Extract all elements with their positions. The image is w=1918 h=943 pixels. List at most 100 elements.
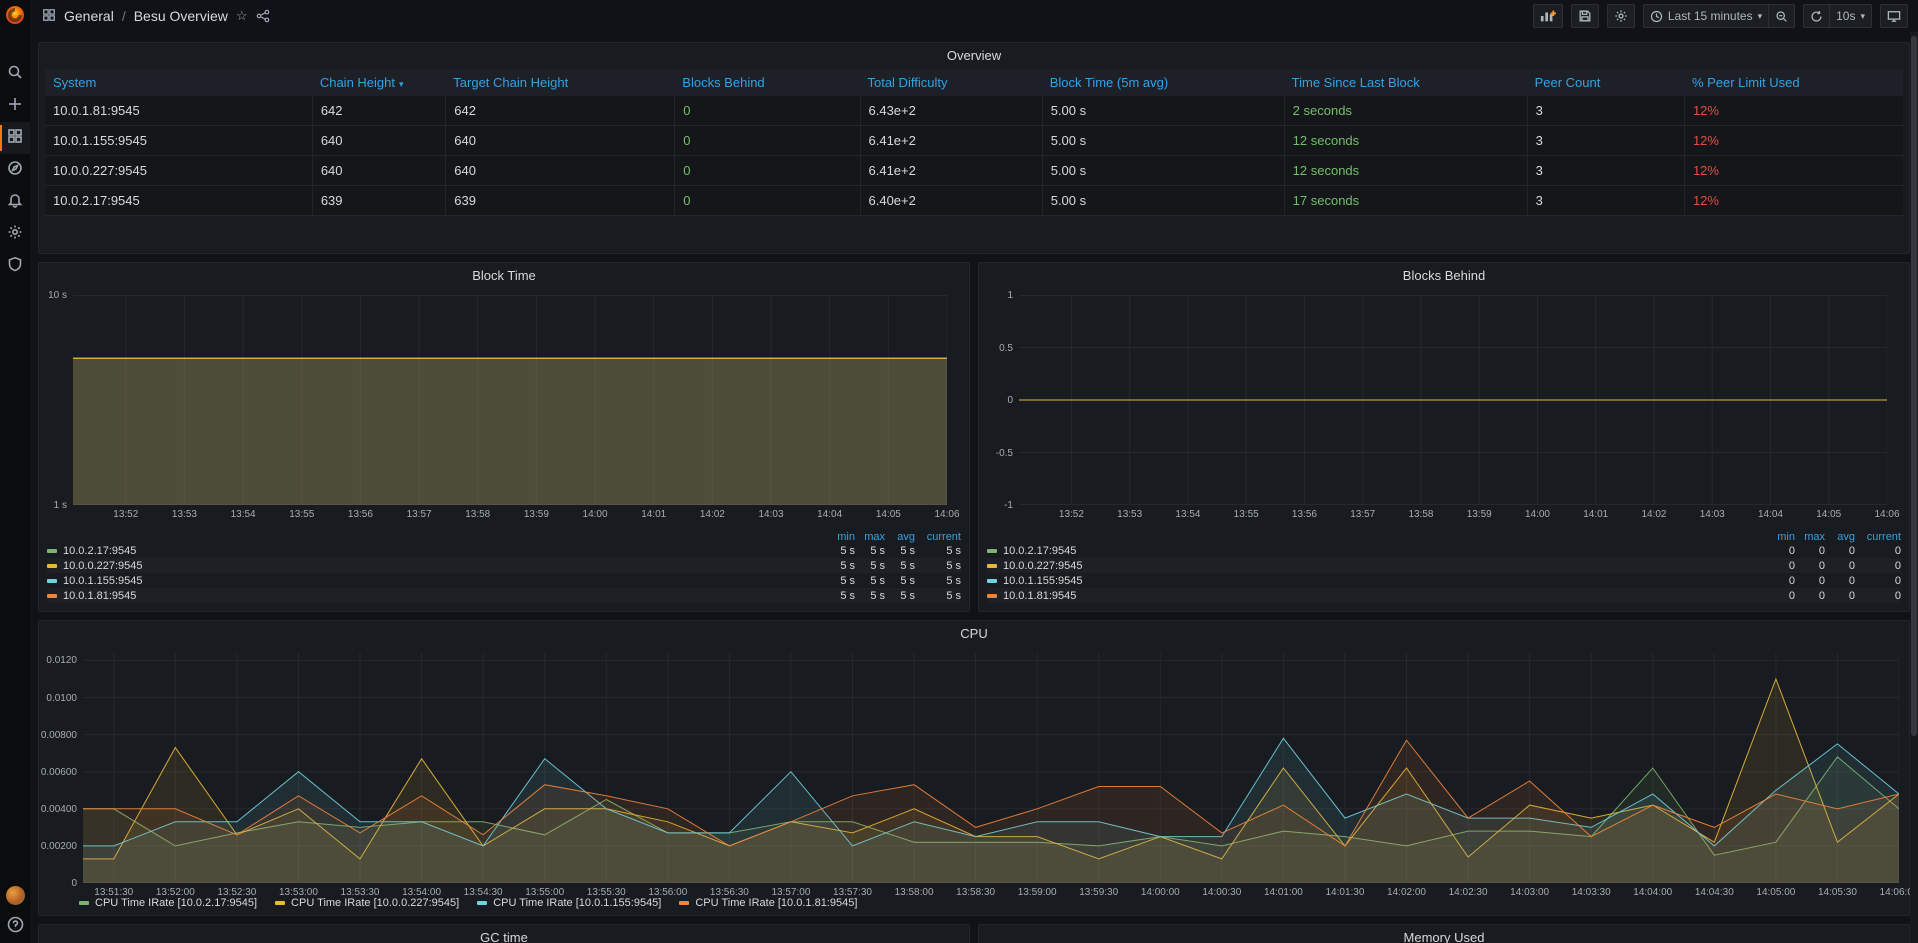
time-range-picker[interactable]: Last 15 minutes ▾ xyxy=(1643,4,1769,28)
block-time-chart[interactable]: 10 s1 s13:5213:5313:5413:5513:5613:5713:… xyxy=(39,289,969,525)
series-name[interactable]: 10.0.1.155:9545 xyxy=(63,575,143,587)
breadcrumb-folder[interactable]: General xyxy=(64,8,114,24)
series-name[interactable]: CPU Time IRate [10.0.0.227:9545] xyxy=(291,897,459,909)
legend-stat-header-current[interactable]: current xyxy=(1855,531,1901,543)
cpu-chart[interactable]: 0.01200.01000.008000.006000.004000.00200… xyxy=(39,647,1909,895)
refresh-icon xyxy=(1810,10,1823,23)
sidebar-item-dashboards[interactable] xyxy=(0,122,30,154)
legend-stat-header-max[interactable]: max xyxy=(1795,531,1825,543)
x-axis-tick-label: 14:01 xyxy=(622,509,686,520)
dashboard-settings-button[interactable] xyxy=(1607,4,1635,28)
sidebar-item-server-admin[interactable] xyxy=(0,250,30,282)
series-name[interactable]: 10.0.1.81:9545 xyxy=(63,590,136,602)
refresh-button[interactable] xyxy=(1803,4,1830,28)
save-dashboard-button[interactable] xyxy=(1571,4,1599,28)
y-axis-tick-label: 0 xyxy=(979,395,1013,406)
legend-row[interactable]: 10.0.2.17:95455 s5 s5 s5 s xyxy=(47,543,961,558)
legend-row[interactable]: 10.0.0.227:95455 s5 s5 s5 s xyxy=(47,558,961,573)
sidebar-item-explore[interactable] xyxy=(0,154,30,186)
column-header-block-time-5m-avg-[interactable]: Block Time (5m avg) xyxy=(1042,69,1284,96)
series-name[interactable]: CPU Time IRate [10.0.2.17:9545] xyxy=(95,897,257,909)
sidebar-item-configuration[interactable] xyxy=(0,218,30,250)
panel-title-gc-time[interactable]: GC time xyxy=(39,925,969,943)
block-time-plot-area[interactable] xyxy=(73,295,947,505)
column-header-time-since-last-block[interactable]: Time Since Last Block xyxy=(1284,69,1527,96)
column-header-target-chain-height[interactable]: Target Chain Height xyxy=(445,69,674,96)
scrollbar-track[interactable] xyxy=(1910,32,1918,943)
column-header--peer-limit-used[interactable]: % Peer Limit Used xyxy=(1684,69,1903,96)
x-axis-tick-label: 14:02:00 xyxy=(1375,887,1439,898)
cycle-view-mode-button[interactable] xyxy=(1880,4,1908,28)
series-name[interactable]: 10.0.1.155:9545 xyxy=(1003,575,1083,587)
legend-stat-value: 0 xyxy=(1855,590,1901,602)
series-name[interactable]: 10.0.2.17:9545 xyxy=(1003,545,1076,557)
column-header-chain-height[interactable]: Chain Height▾ xyxy=(312,69,445,96)
blocks-behind-chart[interactable]: 10.50-0.5-113:5213:5313:5413:5513:5613:5… xyxy=(979,289,1909,525)
share-icon[interactable] xyxy=(256,9,270,23)
refresh-interval-picker[interactable]: 10s ▾ xyxy=(1830,4,1872,28)
legend-stat-header-current[interactable]: current xyxy=(915,531,961,543)
legend-item[interactable]: CPU Time IRate [10.0.2.17:9545] xyxy=(79,897,257,909)
x-axis-tick-label: 14:02:30 xyxy=(1436,887,1500,898)
legend-item[interactable]: CPU Time IRate [10.0.1.155:9545] xyxy=(477,897,661,909)
x-axis-tick-label: 13:58 xyxy=(446,509,510,520)
series-name[interactable]: 10.0.0.227:9545 xyxy=(63,560,143,572)
grafana-logo-icon xyxy=(4,4,26,26)
panel-title-cpu[interactable]: CPU xyxy=(39,621,1909,645)
sidebar-item-search[interactable] xyxy=(0,58,30,90)
legend-stat-value: 0 xyxy=(1855,560,1901,572)
legend-stat-value: 0 xyxy=(1825,590,1855,602)
panel-title-memory-used[interactable]: Memory Used xyxy=(979,925,1909,943)
grafana-logo[interactable] xyxy=(0,0,30,30)
table-cell: 12 seconds xyxy=(1284,156,1527,185)
table-row: 10.0.1.81:954564264206.43e+25.00 s2 seco… xyxy=(45,96,1903,126)
legend-stat-header-min[interactable]: min xyxy=(825,531,855,543)
legend-row[interactable]: 10.0.1.155:95455 s5 s5 s5 s xyxy=(47,573,961,588)
legend-stat-value: 0 xyxy=(1825,560,1855,572)
table-cell: 12% xyxy=(1684,96,1903,125)
column-header-system[interactable]: System xyxy=(45,69,312,96)
legend-row[interactable]: 10.0.1.155:95450000 xyxy=(987,573,1901,588)
cpu-plot-area[interactable] xyxy=(83,653,1899,883)
table-cell: 0 xyxy=(674,96,859,125)
panel-title-block-time[interactable]: Block Time xyxy=(39,263,969,287)
legend-stat-header-avg[interactable]: avg xyxy=(885,531,915,543)
series-name[interactable]: CPU Time IRate [10.0.1.81:9545] xyxy=(695,897,857,909)
scrollbar-thumb[interactable] xyxy=(1911,36,1917,736)
sidebar-item-create[interactable] xyxy=(0,90,30,122)
zoom-out-time-button[interactable] xyxy=(1769,4,1795,28)
sidebar-item-alerting[interactable] xyxy=(0,186,30,218)
blocks-behind-plot-area[interactable] xyxy=(1019,295,1887,505)
legend-stat-value: 0 xyxy=(1795,545,1825,557)
user-avatar[interactable] xyxy=(6,886,25,905)
block-time-legend: minmaxavgcurrent10.0.2.17:95455 s5 s5 s5… xyxy=(47,531,961,603)
panel-title-blocks-behind[interactable]: Blocks Behind xyxy=(979,263,1909,287)
legend-item[interactable]: CPU Time IRate [10.0.0.227:9545] xyxy=(275,897,459,909)
series-color-swatch xyxy=(987,549,997,553)
series-name[interactable]: CPU Time IRate [10.0.1.155:9545] xyxy=(493,897,661,909)
breadcrumb-dashboard-title[interactable]: Besu Overview xyxy=(134,8,228,24)
add-panel-button[interactable] xyxy=(1533,4,1563,28)
add-panel-icon xyxy=(1540,9,1556,23)
legend-item[interactable]: CPU Time IRate [10.0.1.81:9545] xyxy=(679,897,857,909)
star-icon[interactable]: ☆ xyxy=(236,8,248,24)
legend-stat-header-min[interactable]: min xyxy=(1765,531,1795,543)
table-cell: 0 xyxy=(674,186,859,215)
panel-title-overview[interactable]: Overview xyxy=(39,43,1909,67)
column-header-peer-count[interactable]: Peer Count xyxy=(1527,69,1684,96)
legend-row[interactable]: 10.0.2.17:95450000 xyxy=(987,543,1901,558)
legend-stat-value: 5 s xyxy=(825,545,855,557)
column-header-total-difficulty[interactable]: Total Difficulty xyxy=(859,69,1041,96)
legend-row[interactable]: 10.0.1.81:95455 s5 s5 s5 s xyxy=(47,588,961,603)
column-header-blocks-behind[interactable]: Blocks Behind xyxy=(674,69,859,96)
legend-row[interactable]: 10.0.0.227:95450000 xyxy=(987,558,1901,573)
y-axis-tick-label: -0.5 xyxy=(979,448,1013,459)
legend-stat-header-avg[interactable]: avg xyxy=(1825,531,1855,543)
sidebar-item-help[interactable] xyxy=(0,917,30,937)
series-name[interactable]: 10.0.1.81:9545 xyxy=(1003,590,1076,602)
series-name[interactable]: 10.0.2.17:9545 xyxy=(63,545,136,557)
legend-stat-header-max[interactable]: max xyxy=(855,531,885,543)
series-name[interactable]: 10.0.0.227:9545 xyxy=(1003,560,1083,572)
legend-row[interactable]: 10.0.1.81:95450000 xyxy=(987,588,1901,603)
legend-stat-value: 0 xyxy=(1825,545,1855,557)
